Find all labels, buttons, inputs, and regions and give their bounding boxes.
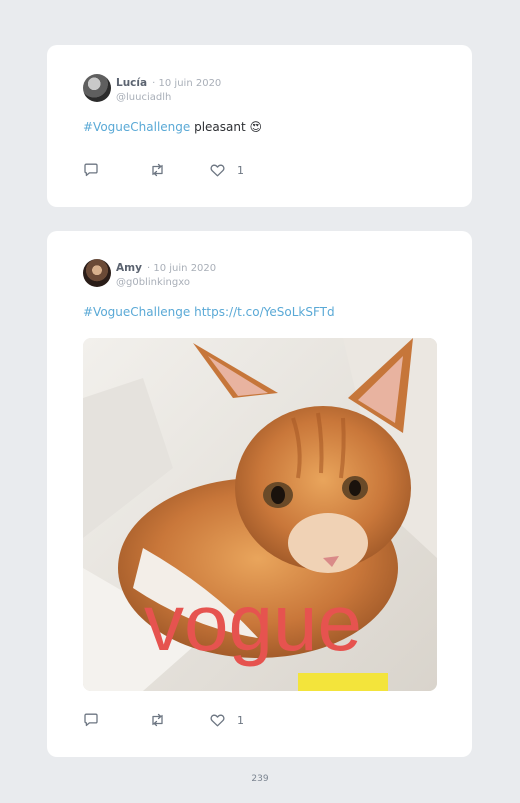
reply-icon (84, 713, 98, 727)
retweet-button[interactable] (149, 713, 166, 727)
author-name[interactable]: Lucía (116, 77, 147, 89)
tweet-meta: Lucía · 10 juin 2020 @luuciadlh (116, 74, 221, 105)
retweet-button[interactable] (149, 163, 166, 177)
tweet-header: Lucía · 10 juin 2020 @luuciadlh (83, 74, 221, 105)
tweet-card: Lucía · 10 juin 2020 @luuciadlh #VogueCh… (47, 45, 472, 207)
avatar[interactable] (83, 74, 111, 102)
like-button[interactable]: 1 (210, 714, 244, 727)
like-count: 1 (237, 713, 244, 727)
retweet-icon (152, 713, 163, 727)
image-overlay-text: vogue (144, 578, 362, 667)
tweet-header: Amy · 10 juin 2020 @g0blinkingxo (83, 259, 216, 290)
tweet-meta: Amy · 10 juin 2020 @g0blinkingxo (116, 259, 216, 290)
tweet-body-text: pleasant 😍 (190, 120, 263, 134)
tweet-text: #VogueChallenge pleasant 😍 (83, 120, 262, 134)
hashtag-link[interactable]: #VogueChallenge (83, 305, 190, 319)
author-handle[interactable]: @luuciadlh (116, 91, 221, 105)
author-name[interactable]: Amy (116, 262, 142, 274)
tweet-url-link[interactable]: https://t.co/YeSoLkSFTd (190, 305, 335, 319)
tweet-image[interactable]: vogue (83, 338, 437, 691)
tweet-actions: 1 (83, 162, 244, 178)
author-handle[interactable]: @g0blinkingxo (116, 276, 216, 290)
reply-icon (84, 163, 98, 177)
heart-icon (210, 164, 225, 176)
page-number: 239 (251, 774, 269, 784)
like-button[interactable]: 1 (210, 164, 244, 177)
tweet-text: #VogueChallenge https://t.co/YeSoLkSFTd (83, 305, 335, 319)
like-count: 1 (237, 163, 244, 177)
tweet-date: · 10 juin 2020 (147, 263, 217, 274)
reply-button[interactable] (83, 713, 99, 727)
reply-button[interactable] (83, 163, 99, 177)
tweet-date: · 10 juin 2020 (152, 78, 222, 89)
hashtag-link[interactable]: #VogueChallenge (83, 120, 190, 134)
avatar[interactable] (83, 259, 111, 287)
heart-icon (210, 714, 225, 726)
tweet-card: Amy · 10 juin 2020 @g0blinkingxo #VogueC… (47, 231, 472, 757)
retweet-icon (152, 163, 163, 177)
tweet-actions: 1 (83, 712, 244, 728)
cat-photo: vogue (83, 338, 437, 691)
